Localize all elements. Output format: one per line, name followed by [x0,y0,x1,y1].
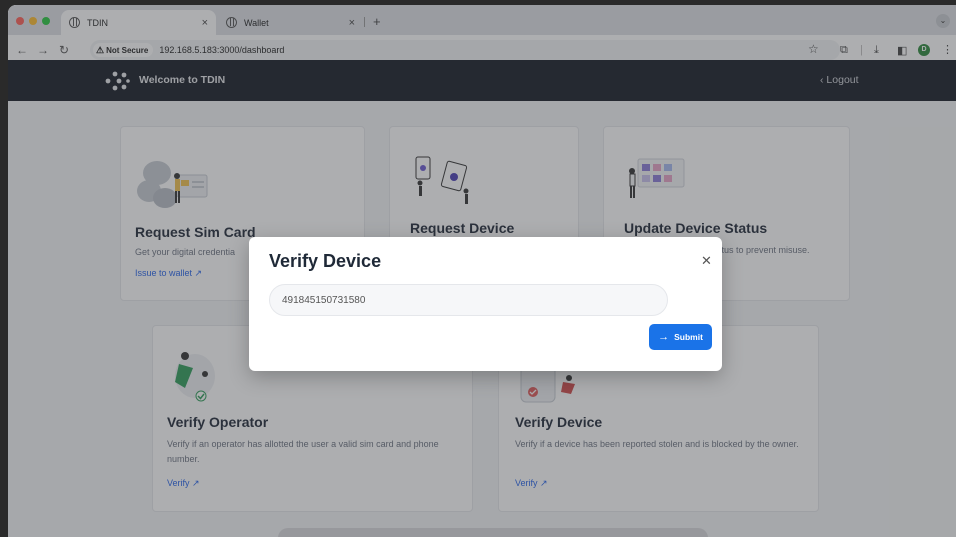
submit-button[interactable]: → Submit [649,324,712,350]
verify-device-modal: Verify Device ✕ → Submit [249,237,722,371]
arrow-right-icon: → [658,331,670,343]
imei-input[interactable] [269,284,668,316]
browser-window: TDIN × Wallet × + ⌄ ← → ↻ ⚠ Not Secure 1… [8,5,956,537]
submit-label: Submit [674,332,703,342]
close-icon[interactable]: ✕ [701,253,712,269]
modal-title: Verify Device [269,251,382,271]
